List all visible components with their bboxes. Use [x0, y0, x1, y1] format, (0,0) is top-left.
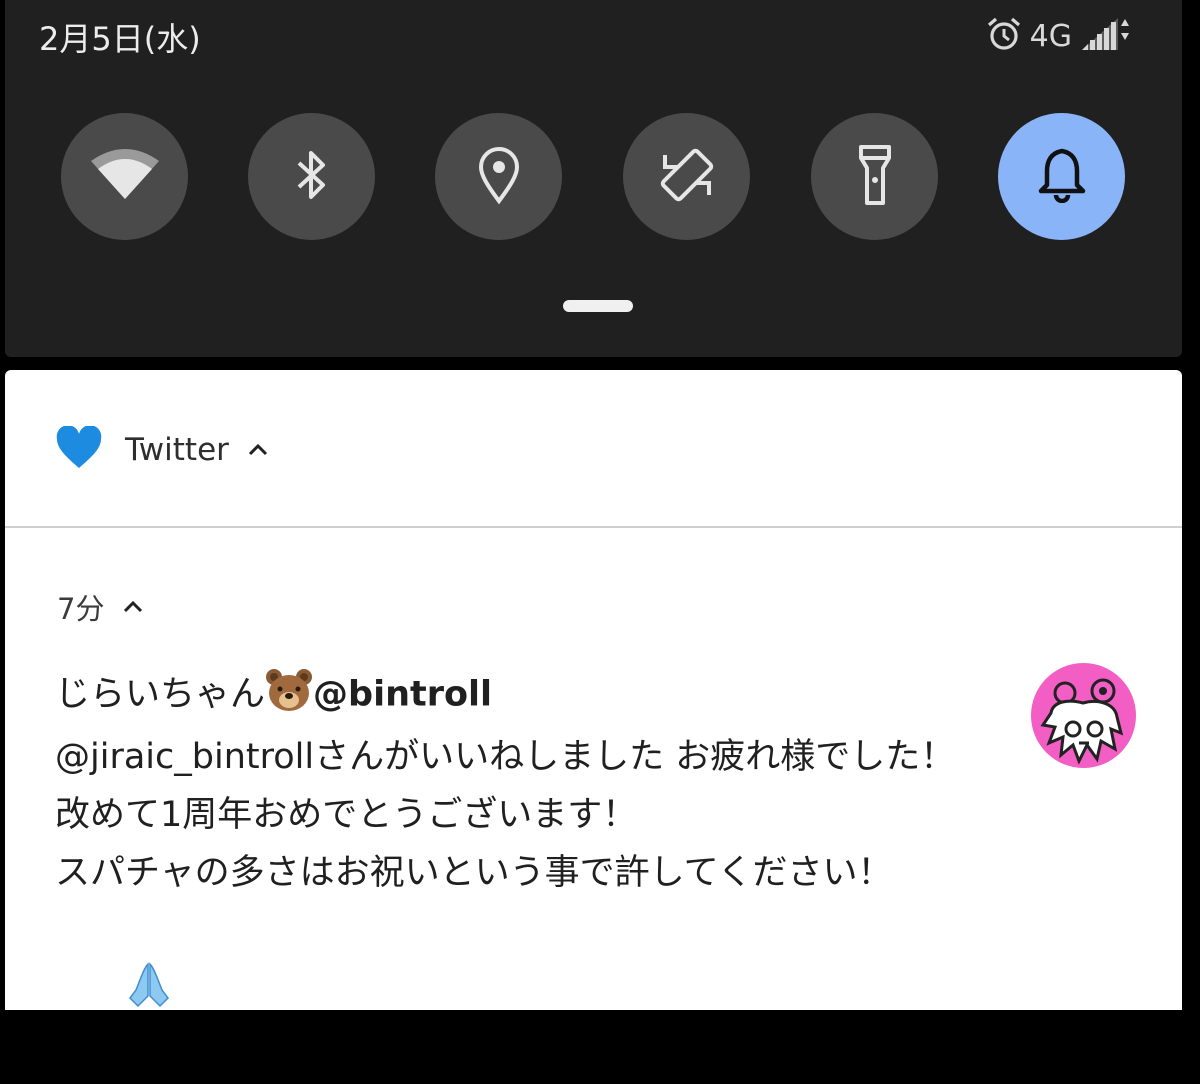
sender-handle: @bintroll [313, 674, 493, 715]
location-icon [477, 145, 521, 209]
heart-icon [55, 425, 103, 474]
divider [5, 526, 1182, 528]
wifi-tile[interactable] [61, 113, 188, 240]
app-name: Twitter [125, 432, 229, 468]
wifi-icon [89, 147, 161, 207]
alarm-icon [986, 16, 1022, 56]
status-date: 2月5日(水) [39, 20, 201, 58]
drag-handle[interactable] [563, 300, 633, 312]
auto-rotate-tile[interactable] [623, 113, 750, 240]
bluetooth-icon [295, 147, 329, 207]
signal-icon [1080, 16, 1132, 56]
chevron-up-icon[interactable] [247, 441, 269, 460]
chevron-up-icon[interactable] [122, 598, 144, 617]
quick-settings-panel: 2月5日(水) 4G [5, 0, 1182, 357]
notification-header[interactable]: Twitter [55, 425, 269, 474]
notification-time: 7分 [57, 592, 105, 626]
bell-icon [1037, 147, 1087, 207]
location-tile[interactable] [435, 113, 562, 240]
bluetooth-tile[interactable] [248, 113, 375, 240]
notification-time-row[interactable]: 7分 [57, 586, 144, 628]
flashlight-tile[interactable] [811, 113, 938, 240]
bear-face-emoji [265, 668, 313, 723]
flashlight-icon [858, 144, 892, 210]
status-icons: 4G [986, 16, 1132, 56]
avatar[interactable] [1031, 663, 1136, 768]
network-type: 4G [1029, 18, 1072, 54]
notification-card[interactable]: Twitter 7分 じらいちゃん @bintroll @jiraic_bint… [5, 370, 1182, 1010]
notification-body-text: @jiraic_bintrollさんがいいねしました お疲れ様でした！ 改めて1… [55, 737, 956, 893]
folded-hands-emoji [59, 902, 172, 1084]
notification-title: じらいちゃん @bintroll [55, 668, 492, 723]
sender-name: じらいちゃん [55, 674, 266, 715]
do-not-disturb-tile[interactable] [998, 113, 1125, 240]
notification-body: @jiraic_bintrollさんがいいねしました お疲れ様でした！ 改めて1… [55, 728, 985, 1084]
auto-rotate-icon [655, 143, 719, 211]
